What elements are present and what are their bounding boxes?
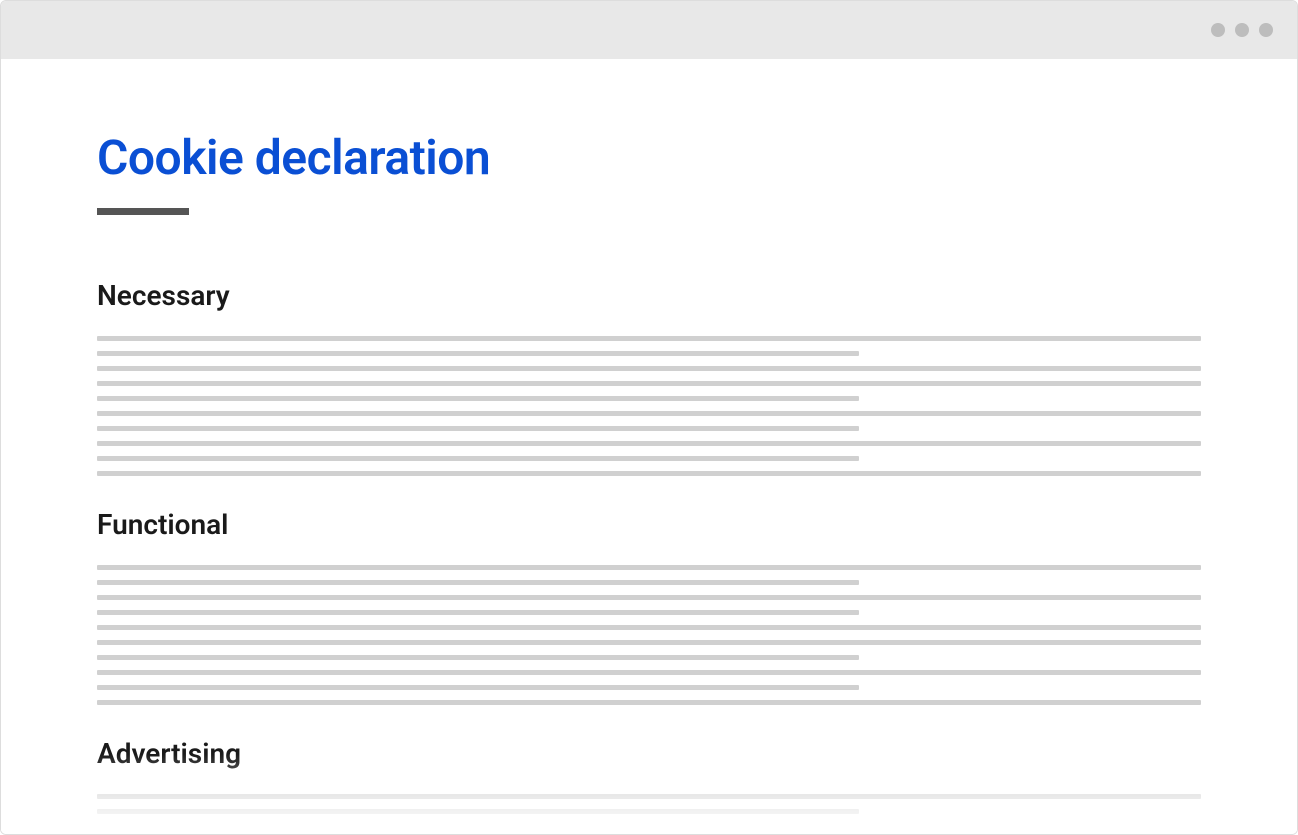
text-line — [97, 685, 859, 690]
text-line — [97, 471, 1201, 476]
section-heading: Advertising — [97, 737, 1201, 770]
text-line — [97, 456, 859, 461]
text-line — [97, 809, 859, 814]
placeholder-text — [97, 336, 1201, 476]
title-bar — [1, 1, 1297, 59]
section-functional: Functional — [97, 508, 1201, 705]
text-line — [97, 640, 1201, 645]
text-line — [97, 381, 1201, 386]
text-line — [97, 670, 1201, 675]
window-control-dot[interactable] — [1235, 23, 1249, 37]
text-line — [97, 580, 859, 585]
text-line — [97, 655, 859, 660]
placeholder-text — [97, 565, 1201, 705]
page-title: Cookie declaration — [97, 129, 1201, 186]
section-heading: Necessary — [97, 279, 1201, 312]
content-area: Cookie declaration Necessary Functional — [1, 59, 1297, 834]
text-line — [97, 366, 1201, 371]
section-advertising: Advertising — [97, 737, 1201, 814]
text-line — [97, 411, 1201, 416]
text-line — [97, 336, 1201, 341]
window-control-dot[interactable] — [1211, 23, 1225, 37]
text-line — [97, 441, 1201, 446]
text-line — [97, 610, 859, 615]
window-control-dot[interactable] — [1259, 23, 1273, 37]
text-line — [97, 565, 1201, 570]
text-line — [97, 625, 1201, 630]
placeholder-text — [97, 794, 1201, 814]
section-heading: Functional — [97, 508, 1201, 541]
window-frame: Cookie declaration Necessary Functional — [0, 0, 1298, 835]
text-line — [97, 794, 1201, 799]
text-line — [97, 700, 1201, 705]
section-necessary: Necessary — [97, 279, 1201, 476]
text-line — [97, 595, 1201, 600]
text-line — [97, 426, 859, 431]
text-line — [97, 396, 859, 401]
text-line — [97, 351, 859, 356]
title-underline — [97, 208, 189, 215]
